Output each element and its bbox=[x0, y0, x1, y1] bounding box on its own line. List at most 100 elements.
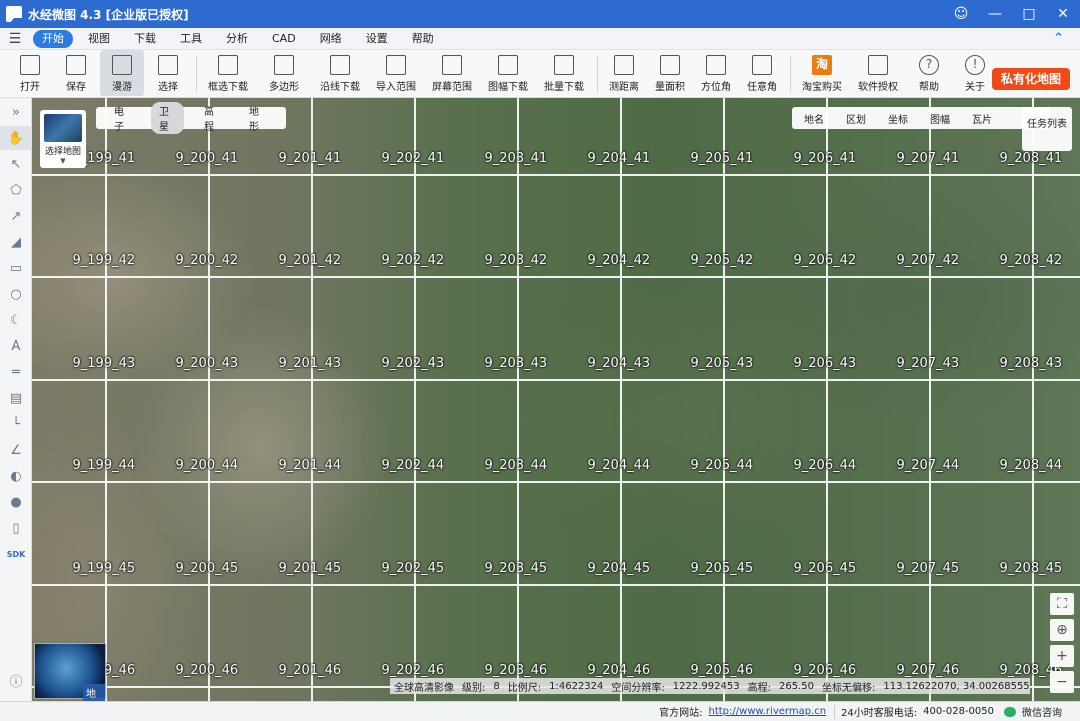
select-map-button[interactable]: 选择地图 ▼ bbox=[40, 110, 86, 168]
tile-gridline-horizontal bbox=[32, 481, 1080, 483]
polygon-icon[interactable]: ⬠ bbox=[0, 178, 32, 202]
window-title: 水经微图 4.3 [企业版已授权] bbox=[28, 7, 189, 22]
tile-label: 9_201_45 bbox=[278, 560, 342, 576]
tile-label: 9_208_45 bbox=[999, 560, 1063, 576]
tile-gridline-vertical bbox=[517, 98, 519, 701]
menu-view[interactable]: 视图 bbox=[79, 30, 119, 48]
menu-analysis[interactable]: 分析 bbox=[217, 30, 257, 48]
map-type-electronic[interactable]: 电子 bbox=[106, 102, 139, 134]
coord-label: 坐标无偏移: bbox=[821, 682, 876, 694]
measure-area-icon bbox=[660, 55, 680, 75]
layer-tiles[interactable]: 瓦片 bbox=[972, 111, 992, 126]
link-icon[interactable]: ● bbox=[0, 490, 32, 514]
menu-settings[interactable]: 设置 bbox=[357, 30, 397, 48]
license-button[interactable]: 软件授权 bbox=[851, 50, 905, 96]
rectangle-icon[interactable]: ▭ bbox=[0, 256, 32, 280]
roam-button[interactable]: 漫游 bbox=[100, 50, 144, 96]
map-type-terrain[interactable]: 地形 bbox=[241, 102, 274, 134]
area-measure-icon[interactable]: ▤ bbox=[0, 386, 32, 410]
locate-icon[interactable]: ⊕ bbox=[1050, 619, 1074, 641]
polygon-button[interactable]: 多边形 bbox=[257, 50, 311, 96]
azimuth-icon[interactable]: └ bbox=[0, 412, 32, 436]
tile-label: 9_204_43 bbox=[587, 355, 651, 371]
azimuth-button[interactable]: 方位角 bbox=[694, 50, 738, 96]
collapse-ribbon-icon[interactable]: ⌃ bbox=[1053, 31, 1064, 46]
any-angle-button[interactable]: 任意角 bbox=[740, 50, 784, 96]
layer-sheets[interactable]: 图幅 bbox=[930, 111, 950, 126]
toolbar-divider bbox=[597, 56, 598, 92]
map-view[interactable]: 9_199_41 9_200_41 9_201_41 9_202_41 9_203_41… bbox=[32, 98, 1080, 701]
circle-icon[interactable]: ○ bbox=[0, 282, 32, 306]
menu-cad[interactable]: CAD bbox=[263, 30, 305, 48]
toolbar: 打开 保存 漫游 选择 框选下载 多边形 沿线下载 导入范围 屏幕范围 图幅下载… bbox=[0, 50, 1080, 98]
tile-label: 9_205_46 bbox=[690, 663, 754, 678]
tile-label: 9_200_44 bbox=[175, 458, 239, 473]
taobao-button[interactable]: 淘淘宝购买 bbox=[795, 50, 849, 96]
menu-start[interactable]: 开始 bbox=[33, 29, 73, 48]
help-icon[interactable]: ⓘ bbox=[0, 668, 32, 692]
zoom-in-button[interactable]: + bbox=[1050, 645, 1074, 667]
minimize-icon[interactable]: — bbox=[978, 0, 1012, 28]
screen-range-button[interactable]: 屏幕范围 bbox=[425, 50, 479, 96]
text-icon[interactable]: A bbox=[0, 334, 32, 358]
menu-help[interactable]: 帮助 bbox=[403, 30, 443, 48]
user-icon[interactable]: ☺ bbox=[944, 0, 978, 28]
azimuth-icon bbox=[706, 55, 726, 75]
select-button[interactable]: 选择 bbox=[146, 50, 190, 96]
measure-area-button[interactable]: 量面积 bbox=[648, 50, 692, 96]
moon-icon[interactable]: ☾ bbox=[0, 308, 32, 332]
menu-tools[interactable]: 工具 bbox=[171, 30, 211, 48]
menu-network[interactable]: 网络 bbox=[311, 30, 351, 48]
help-button[interactable]: ? 帮助 bbox=[907, 50, 951, 96]
ruler-icon[interactable]: ═ bbox=[0, 360, 32, 384]
save-button[interactable]: 保存 bbox=[54, 50, 98, 96]
toolbar-divider bbox=[196, 56, 197, 92]
box-download-icon bbox=[218, 55, 238, 75]
private-map-button[interactable]: 私有化地图 bbox=[992, 68, 1070, 90]
menu-download[interactable]: 下载 bbox=[125, 30, 165, 48]
map-type-elevation[interactable]: 高程 bbox=[196, 102, 229, 134]
task-list-button[interactable]: 任务列表 bbox=[1022, 107, 1072, 151]
polyline-icon[interactable]: ↗ bbox=[0, 204, 32, 228]
layer-coordinates[interactable]: 坐标 bbox=[888, 111, 908, 126]
close-icon[interactable]: ✕ bbox=[1046, 0, 1080, 28]
open-button[interactable]: 打开 bbox=[8, 50, 52, 96]
about-button[interactable]: ! 关于 bbox=[953, 50, 997, 96]
layer-districts[interactable]: 区划 bbox=[846, 111, 866, 126]
cursor-icon[interactable]: ↖ bbox=[0, 152, 32, 176]
lock-icon bbox=[868, 55, 888, 75]
tile-label: 9_206_43 bbox=[793, 355, 857, 371]
title-bar: 水经微图 4.3 [企业版已授权] ☺ — □ ✕ bbox=[0, 0, 1080, 28]
layer-placenames[interactable]: 地名 bbox=[804, 111, 824, 126]
website-link[interactable]: http://www.rivermap.cn bbox=[709, 706, 827, 717]
zoom-controls: ⛶ ⊕ + − bbox=[1050, 593, 1076, 697]
sdk-icon[interactable]: SDK bbox=[0, 542, 32, 566]
measure-distance-button[interactable]: 测距离 bbox=[602, 50, 646, 96]
import-range-button[interactable]: 导入范围 bbox=[369, 50, 423, 96]
tile-label: 9_200_45 bbox=[175, 560, 239, 576]
layer-bar: 地名 区划 坐标 图幅 瓦片 bbox=[792, 107, 1050, 129]
line-download-button[interactable]: 沿线下载 bbox=[313, 50, 367, 96]
fullscreen-icon[interactable]: ⛶ bbox=[1050, 593, 1074, 615]
menu-bar: ☰ 开始 视图 下载 工具 分析 CAD 网络 设置 帮助 ⌃ bbox=[0, 28, 1080, 50]
collapse-arrows-icon[interactable]: » bbox=[0, 100, 32, 124]
hand-icon[interactable]: ✋ bbox=[0, 126, 32, 150]
globe-minimap[interactable]: 地球 bbox=[34, 643, 106, 701]
batch-download-button[interactable]: 批量下载 bbox=[537, 50, 591, 96]
area-icon[interactable]: ◢ bbox=[0, 230, 32, 254]
tile-gridline-horizontal bbox=[32, 583, 1080, 586]
tile-label: 9_201_44 bbox=[278, 458, 342, 473]
tile-label: 9_205_43 bbox=[690, 355, 754, 371]
box-download-button[interactable]: 框选下载 bbox=[201, 50, 255, 96]
earth-icon[interactable]: ◐ bbox=[0, 464, 32, 488]
tile-label: 9_199_42 bbox=[72, 253, 136, 268]
sheet-download-button[interactable]: 图幅下载 bbox=[481, 50, 535, 96]
map-type-satellite[interactable]: 卫星 bbox=[151, 102, 184, 134]
angle-icon[interactable]: ∠ bbox=[0, 438, 32, 462]
mobile-icon[interactable]: ▯ bbox=[0, 516, 32, 540]
tile-label: 9_204_41 bbox=[587, 150, 651, 166]
hamburger-menu-icon[interactable]: ☰ bbox=[0, 31, 30, 47]
maximize-icon[interactable]: □ bbox=[1012, 0, 1046, 28]
zoom-out-button[interactable]: − bbox=[1050, 671, 1074, 693]
wechat-consult[interactable]: 微信咨询 bbox=[1022, 704, 1062, 719]
